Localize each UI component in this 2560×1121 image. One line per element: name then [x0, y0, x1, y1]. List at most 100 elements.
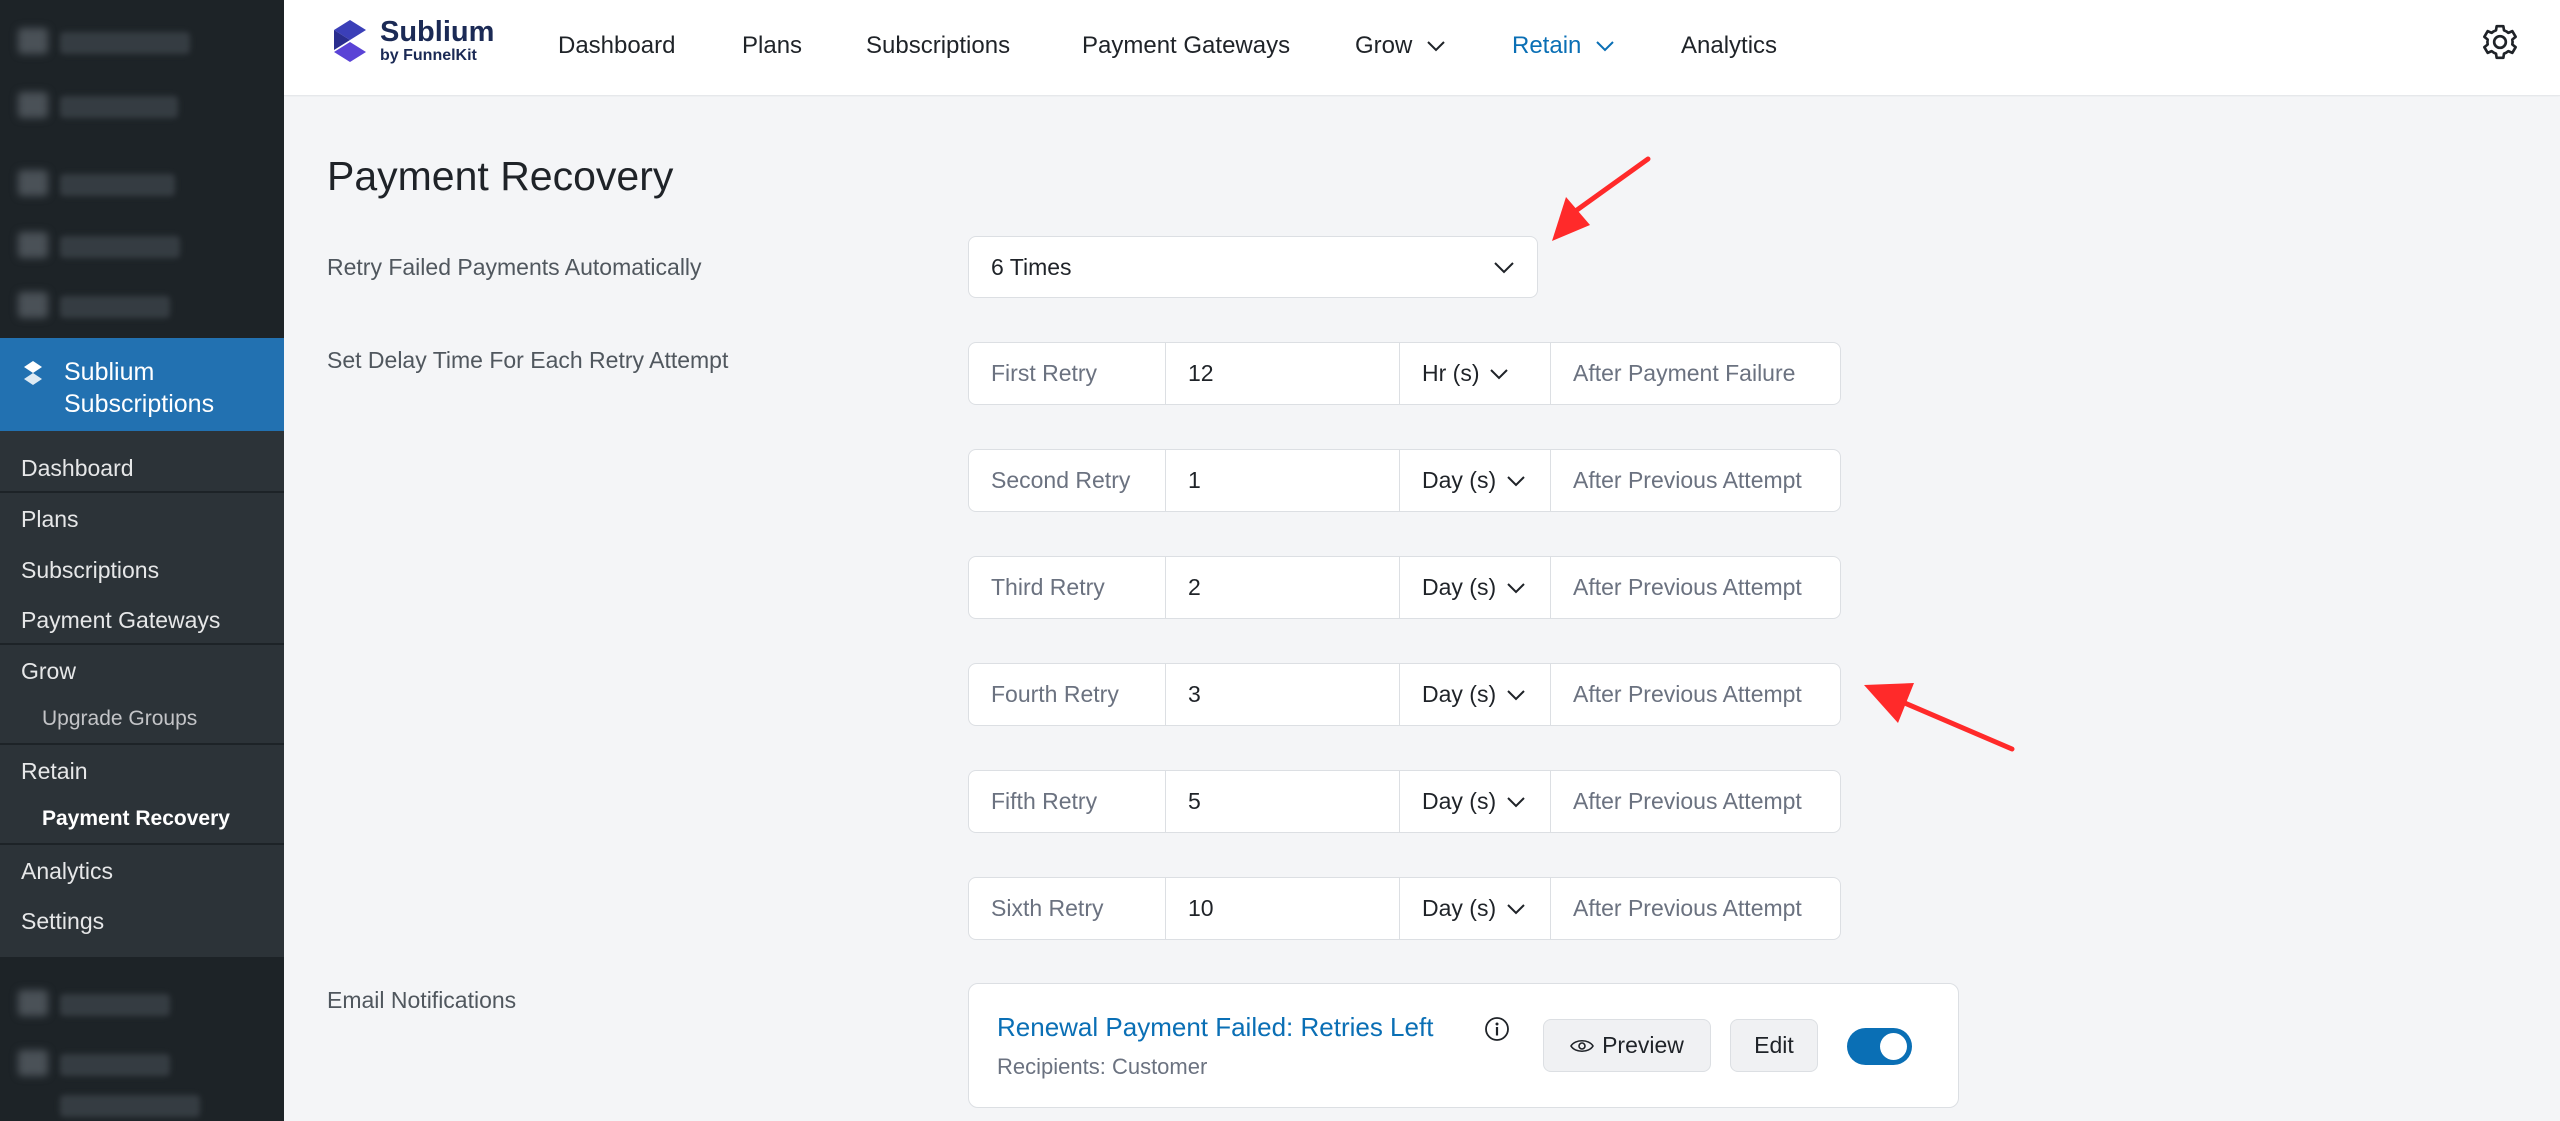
sidebar-item-retain[interactable]: Retain	[21, 758, 87, 785]
retry-unit-value: Day (s)	[1422, 788, 1497, 814]
brand-byline: by FunnelKit	[380, 47, 477, 64]
retry-unit-select[interactable]: Day (s)	[1400, 450, 1551, 511]
chevron-down-icon	[1427, 41, 1446, 52]
nav-dashboard[interactable]: Dashboard	[558, 32, 675, 60]
blurred-icon	[18, 232, 48, 258]
chevron-down-icon	[1494, 261, 1514, 273]
sidebar-item-subscriptions[interactable]: Subscriptions	[21, 557, 159, 584]
nav-retain[interactable]: Retain	[1512, 32, 1615, 60]
retry-row: Fifth Retry 5 Day (s) After Previous Att…	[968, 770, 1841, 833]
nav-plans[interactable]: Plans	[742, 32, 802, 60]
chevron-down-icon	[1507, 689, 1525, 700]
eye-icon	[1570, 1039, 1595, 1052]
nav-analytics-label: Analytics	[1681, 32, 1778, 59]
divider	[0, 743, 284, 745]
page-title: Payment Recovery	[327, 153, 674, 199]
retry-unit-value: Day (s)	[1422, 467, 1497, 493]
info-icon[interactable]	[1484, 1016, 1510, 1042]
chevron-down-icon	[1507, 582, 1525, 593]
nav-subscriptions[interactable]: Subscriptions	[866, 32, 1010, 60]
sidebar-item-plans[interactable]: Plans	[21, 506, 79, 533]
sidebar-item-sublium[interactable]: Sublium Subscriptions	[0, 338, 284, 431]
retry-after-text: After Previous Attempt	[1573, 788, 1802, 814]
blurred-menu-item	[60, 1095, 200, 1117]
blurred-menu-item	[60, 236, 180, 258]
retry-value-input[interactable]: 1	[1166, 450, 1400, 511]
retry-name: Third Retry	[969, 557, 1166, 618]
retry-count-value: 6 Times	[991, 253, 1072, 280]
sidebar-item-settings[interactable]: Settings	[21, 908, 104, 935]
toggle-knob	[1880, 1033, 1907, 1060]
sidebar-item-analytics[interactable]: Analytics	[21, 858, 113, 885]
sidebar-item-dashboard[interactable]: Dashboard	[21, 455, 134, 482]
retry-name: First Retry	[969, 343, 1166, 404]
chevron-down-icon	[1596, 41, 1615, 52]
retry-value-input[interactable]: 2	[1166, 557, 1400, 618]
sidebar-app-name-line1: Sublium	[64, 358, 155, 386]
sidebar-submenu: Dashboard Plans Subscriptions Payment Ga…	[0, 431, 284, 957]
retry-row: Second Retry 1 Day (s) After Previous At…	[968, 449, 1841, 512]
main-content: Payment Recovery Retry Failed Payments A…	[284, 97, 2560, 1121]
retry-unit-select[interactable]: Day (s)	[1400, 664, 1551, 725]
email-recipients: Recipients: Customer	[997, 1054, 1208, 1079]
email-template-title[interactable]: Renewal Payment Failed: Retries Left	[997, 1012, 1433, 1043]
retry-name: Fifth Retry	[969, 771, 1166, 832]
sidebar-item-payment-gateways[interactable]: Payment Gateways	[21, 607, 220, 634]
divider	[0, 843, 284, 845]
sidebar-item-grow[interactable]: Grow	[21, 658, 76, 685]
retry-unit-value: Day (s)	[1422, 681, 1497, 707]
blurred-icon	[18, 28, 48, 54]
wp-admin-sidebar: Sublium Subscriptions Dashboard Plans Su…	[0, 0, 284, 1121]
nav-plans-label: Plans	[742, 32, 803, 59]
retry-value-input[interactable]: 5	[1166, 771, 1400, 832]
edit-button[interactable]: Edit	[1730, 1019, 1818, 1072]
blurred-menu-item	[60, 296, 170, 318]
retry-count-label: Retry Failed Payments Automatically	[327, 254, 702, 280]
blurred-icon	[18, 92, 48, 118]
retry-unit-value: Hr (s)	[1422, 360, 1480, 386]
sidebar-item-upgrade-groups[interactable]: Upgrade Groups	[42, 707, 197, 731]
retry-unit-select[interactable]: Hr (s)	[1400, 343, 1551, 404]
retry-unit-select[interactable]: Day (s)	[1400, 557, 1551, 618]
email-enable-toggle[interactable]	[1847, 1028, 1912, 1065]
retry-after-text: After Previous Attempt	[1573, 467, 1802, 493]
nav-payment-gateways[interactable]: Payment Gateways	[1082, 32, 1290, 60]
divider	[0, 643, 284, 645]
nav-subscriptions-label: Subscriptions	[866, 32, 1011, 59]
retry-count-select[interactable]: 6 Times	[968, 236, 1538, 298]
delay-label: Set Delay Time For Each Retry Attempt	[327, 347, 729, 373]
blurred-icon	[18, 170, 48, 196]
brand-logo[interactable]: Sublium by FunnelKit	[330, 16, 494, 66]
retry-row: Sixth Retry 10 Day (s) After Previous At…	[968, 877, 1841, 940]
retry-name: Sixth Retry	[969, 878, 1166, 939]
sidebar-app-name-line2: Subscriptions	[64, 390, 215, 418]
retry-unit-select[interactable]: Day (s)	[1400, 878, 1551, 939]
preview-button-label: Preview	[1602, 1032, 1684, 1058]
chevron-down-icon	[1507, 796, 1525, 807]
blurred-icon	[18, 990, 48, 1016]
edit-button-label: Edit	[1754, 1032, 1794, 1058]
annotation-arrow-icon	[1552, 156, 1651, 241]
chevron-down-icon	[1507, 475, 1525, 486]
retry-value-input[interactable]: 3	[1166, 664, 1400, 725]
top-navigation: Sublium by FunnelKit Dashboard Plans Sub…	[284, 0, 2560, 96]
retry-unit-select[interactable]: Day (s)	[1400, 771, 1551, 832]
nav-grow-label: Grow	[1355, 32, 1413, 59]
sidebar-item-payment-recovery[interactable]: Payment Recovery	[42, 807, 230, 831]
nav-grow[interactable]: Grow	[1355, 32, 1446, 60]
blurred-menu-item	[60, 32, 190, 54]
chevron-down-icon	[1507, 903, 1525, 914]
preview-button[interactable]: Preview	[1543, 1019, 1711, 1072]
sublium-brand-icon	[334, 20, 366, 62]
gear-icon[interactable]	[2480, 22, 2520, 62]
nav-analytics[interactable]: Analytics	[1681, 32, 1777, 60]
email-notification-card: Renewal Payment Failed: Retries Left Rec…	[968, 983, 1959, 1108]
retry-after-text: After Payment Failure	[1573, 360, 1796, 386]
retry-unit-value: Day (s)	[1422, 895, 1497, 921]
blurred-menu-item	[60, 994, 170, 1016]
divider	[0, 491, 284, 493]
retry-value-input[interactable]: 10	[1166, 878, 1400, 939]
retry-after-text: After Previous Attempt	[1573, 895, 1802, 921]
retry-row: First Retry 12 Hr (s) After Payment Fail…	[968, 342, 1841, 405]
retry-value-input[interactable]: 12	[1166, 343, 1400, 404]
